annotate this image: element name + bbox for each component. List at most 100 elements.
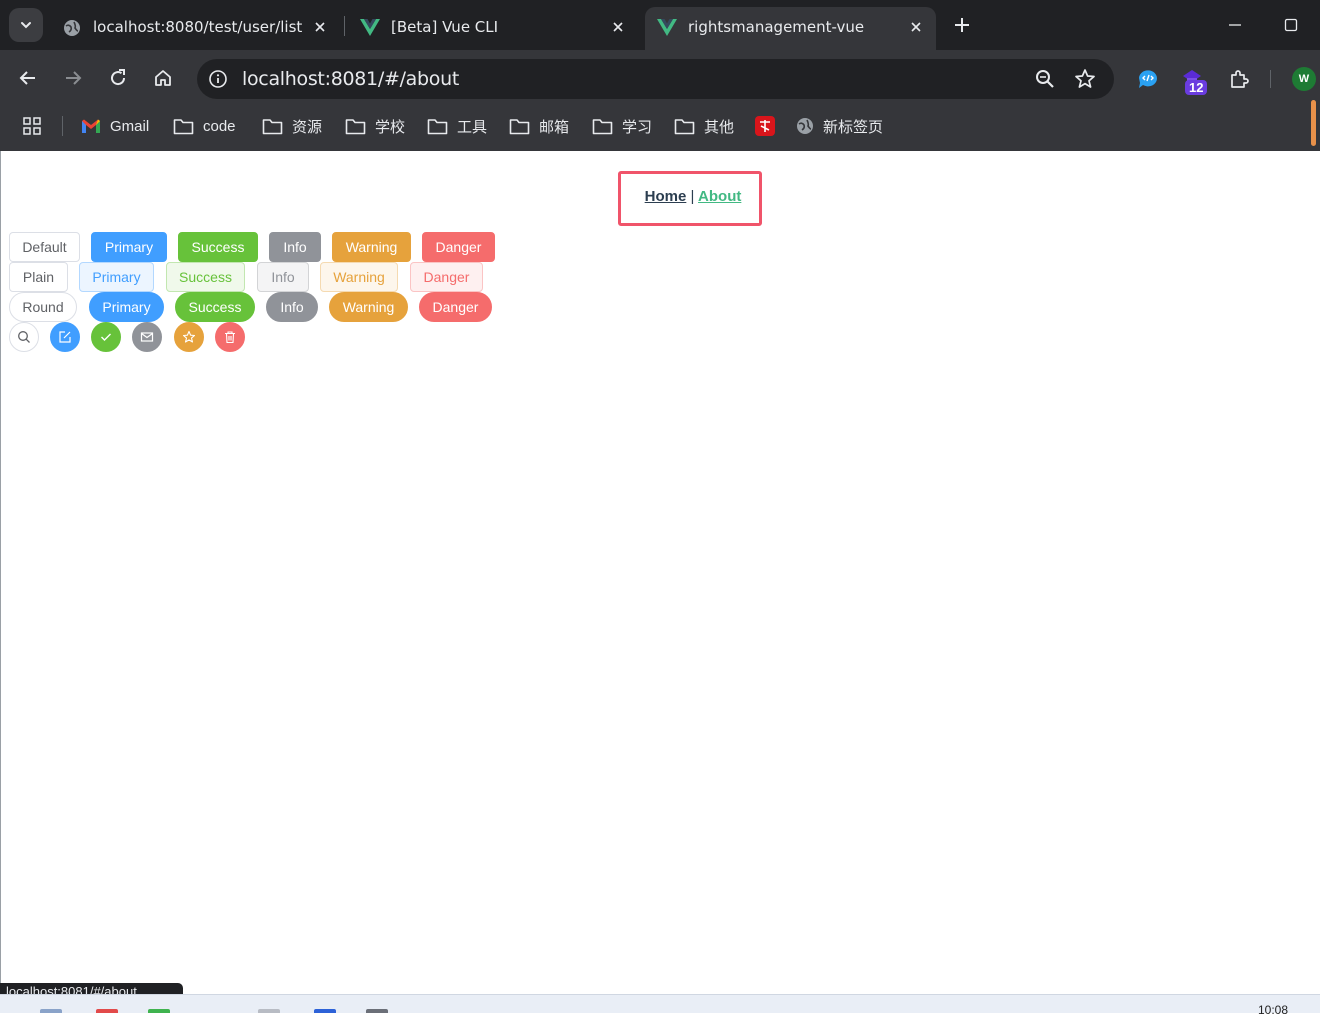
button-warning[interactable]: Warning [332, 232, 411, 262]
taskbar-app-icon[interactable] [258, 1009, 280, 1013]
apps-grid-icon [23, 117, 41, 135]
bookmark-folder-code[interactable]: code [173, 114, 236, 138]
close-icon[interactable] [608, 17, 628, 37]
tab-search-button[interactable] [9, 8, 43, 42]
nav-highlight-box: Home | About [618, 171, 762, 226]
zoom-icon[interactable] [1034, 68, 1056, 90]
button-round-info[interactable]: Info [266, 292, 318, 322]
maximize-icon [1284, 18, 1298, 32]
circle-button-star[interactable] [174, 322, 204, 352]
bookmark-folder-tools[interactable]: 工具 [427, 114, 487, 138]
bookmark-folder-resources[interactable]: 资源 [262, 114, 322, 138]
extension-badge-icon[interactable]: 12 [1181, 66, 1208, 95]
message-icon [140, 332, 154, 342]
taskbar-app-icon[interactable] [314, 1009, 336, 1013]
circle-button-message[interactable] [132, 322, 162, 352]
bookmark-label: 其他 [704, 118, 735, 136]
taskbar-app-icon[interactable] [96, 1009, 118, 1013]
bookmark-folder-school[interactable]: 学校 [345, 114, 405, 138]
close-icon[interactable] [906, 17, 926, 37]
button-plain-danger[interactable]: Danger [410, 262, 483, 292]
circle-button-delete[interactable] [215, 322, 245, 352]
button-round-danger[interactable]: Danger [419, 292, 492, 322]
back-button[interactable] [14, 64, 42, 92]
star-icon [182, 330, 196, 343]
browser-chrome: localhost:8080/test/user/list [Beta] Vue… [0, 0, 1320, 151]
page-content: Home | About Default Primary Success Inf… [0, 151, 1320, 994]
new-tab-button[interactable] [949, 12, 975, 38]
button-round-warning[interactable]: Warning [329, 292, 408, 322]
url-text: localhost:8081/#/about [242, 68, 459, 90]
profile-avatar[interactable]: W [1292, 67, 1316, 91]
bookmark-label: 新标签页 [823, 118, 884, 136]
bookmark-folder-other[interactable]: 其他 [674, 114, 734, 138]
bookmark-folder-mail[interactable]: 邮箱 [509, 114, 569, 138]
button-primary[interactable]: Primary [91, 232, 167, 262]
bookmark-new-tab[interactable]: 新标签页 [796, 114, 883, 138]
reload-icon [111, 69, 126, 86]
address-bar[interactable]: localhost:8081/#/about [197, 59, 1114, 99]
minimize-icon [1229, 24, 1241, 26]
nav-separator: | [690, 188, 695, 205]
extension-chat-icon[interactable] [1135, 66, 1161, 92]
side-panel-handle[interactable] [1311, 100, 1316, 146]
maximize-button[interactable] [1280, 14, 1302, 36]
status-bubble: localhost:8081/#/about [0, 983, 183, 994]
bookmark-label: Gmail [110, 117, 150, 135]
bookmark-label: 学习 [622, 118, 653, 136]
nav-link-home[interactable]: Home [645, 188, 687, 205]
home-button[interactable] [149, 64, 177, 92]
button-success[interactable]: Success [178, 232, 258, 262]
site-info-icon[interactable] [207, 68, 229, 90]
status-url-text: localhost:8081/#/about [6, 984, 137, 994]
taskbar-clock: 10:08 [1258, 1003, 1289, 1017]
bookmark-folder-study[interactable]: 学习 [592, 114, 652, 138]
extensions-button[interactable] [1226, 66, 1252, 92]
tab-divider [344, 16, 345, 36]
folder-icon [592, 118, 613, 134]
nav-link-about[interactable]: About [698, 188, 741, 205]
bookmark-label: 邮箱 [539, 118, 570, 136]
button-danger[interactable]: Danger [422, 232, 495, 262]
button-plain-success[interactable]: Success [166, 262, 245, 292]
taskbar-app-icon[interactable] [40, 1009, 62, 1013]
button-round-success[interactable]: Success [175, 292, 255, 322]
tab-user-list[interactable]: localhost:8080/test/user/list [50, 7, 340, 50]
globe-icon [797, 118, 813, 134]
tab-strip: localhost:8080/test/user/list [Beta] Vue… [0, 0, 1320, 50]
button-plain-info[interactable]: Info [257, 262, 309, 292]
bookmark-gmail[interactable]: Gmail [81, 114, 149, 138]
close-icon[interactable] [310, 17, 330, 37]
router-nav: Home | About [621, 188, 765, 205]
reload-button[interactable] [104, 64, 132, 92]
button-plain[interactable]: Plain [9, 262, 68, 292]
forward-button[interactable] [59, 64, 87, 92]
button-default[interactable]: Default [9, 232, 80, 262]
minimize-button[interactable] [1224, 14, 1246, 36]
bookmark-red-app[interactable] [755, 114, 784, 138]
navigation-toolbar: localhost:8081/#/about 12 W [0, 50, 1320, 106]
bookmarks-divider [62, 116, 63, 136]
button-info[interactable]: Info [269, 232, 321, 262]
apps-button[interactable] [22, 114, 51, 138]
tab-title: localhost:8080/test/user/list [93, 18, 303, 36]
button-round-primary[interactable]: Primary [89, 292, 164, 322]
tab-title: [Beta] Vue CLI [391, 18, 499, 36]
button-plain-warning[interactable]: Warning [320, 262, 398, 292]
circle-button-check[interactable] [91, 322, 121, 352]
bookmark-label: 工具 [457, 118, 488, 136]
taskbar-app-icon[interactable] [366, 1009, 388, 1013]
button-plain-primary[interactable]: Primary [79, 262, 154, 292]
folder-icon [262, 118, 283, 134]
button-round[interactable]: Round [9, 292, 77, 322]
toolbar-divider [1270, 70, 1271, 88]
home-icon [155, 70, 171, 86]
circle-button-search[interactable] [9, 322, 39, 352]
tab-vue-cli[interactable]: [Beta] Vue CLI [348, 7, 638, 50]
bookmark-star-icon[interactable] [1074, 68, 1096, 90]
taskbar-app-icon[interactable] [148, 1009, 170, 1013]
arrow-right-icon [66, 71, 82, 85]
tab-rightsmanagement-vue[interactable]: rightsmanagement-vue [645, 7, 936, 50]
circle-button-edit[interactable] [50, 322, 80, 352]
edit-icon [59, 331, 71, 343]
